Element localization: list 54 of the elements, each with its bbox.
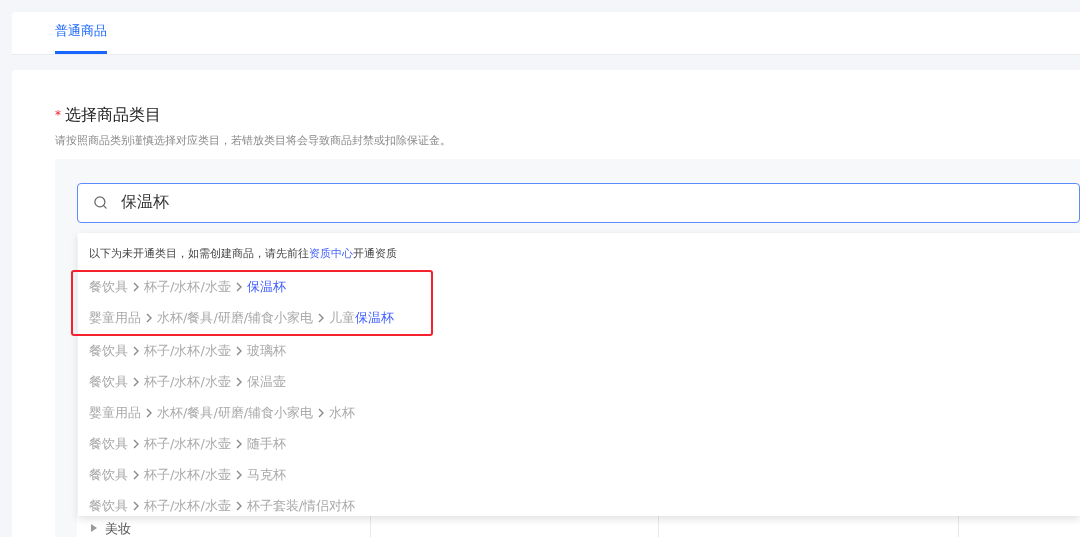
path-label: 餐饮具 — [89, 373, 128, 392]
path-label: 杯子/水杯/水壶 — [144, 435, 231, 454]
category-item[interactable]: 美妆 — [91, 518, 370, 537]
category-result[interactable]: 餐饮具 杯子/水杯/水壶 保温杯 — [89, 271, 431, 303]
chevron-right-icon — [145, 408, 153, 418]
matched-text: 保温杯 — [246, 278, 286, 297]
path-label: 杯子/水杯/水壶 — [144, 497, 231, 516]
search-field[interactable]: 保温杯 — [77, 182, 1080, 223]
matched-text: 保温杯 — [355, 309, 395, 328]
chevron-right-icon — [132, 470, 140, 480]
chevron-right-icon — [234, 501, 243, 511]
chevron-right-icon — [317, 408, 326, 418]
chevron-right-icon — [234, 470, 243, 480]
chevron-right-icon — [132, 346, 140, 356]
notice-text: 以下为未开通类目，如需创建商品，请先前往资质中心开通资质 — [89, 245, 398, 265]
path-label: 保温壶 — [246, 373, 286, 392]
chevron-right-icon — [132, 377, 140, 387]
tab[interactable]: 普通商品 — [55, 11, 107, 54]
path-label: 餐饮具 — [89, 466, 128, 485]
category-result[interactable]: 婴童用品 水杯/餐具/研磨/辅食小家电 儿童保温杯 — [89, 302, 431, 334]
path-label: 玻璃杯 — [246, 342, 286, 361]
caret-icon — [91, 524, 97, 533]
chevron-right-icon — [132, 439, 140, 449]
section-description: 请按照商品类别谨慎选择对应类目，若错放类目将会导致商品封禁或扣除保证金。 — [55, 133, 452, 149]
path-label: 马克杯 — [246, 466, 286, 485]
path-label: 餐饮具 — [89, 435, 128, 454]
chevron-right-icon — [317, 313, 326, 323]
chevron-right-icon — [234, 377, 243, 387]
required-mark: * — [55, 107, 61, 124]
chevron-right-icon — [132, 501, 140, 511]
path-label: 水杯/餐具/研磨/辅食小家电 — [157, 309, 314, 328]
path-label: 杯子套装/情侣对杯 — [246, 497, 356, 516]
path-label: 杯子/水杯/水壶 — [144, 373, 231, 392]
path-label: 餐饮具 — [89, 278, 128, 297]
chevron-right-icon — [145, 313, 153, 323]
chevron-right-icon — [132, 282, 140, 292]
path-label: 杯子/水杯/水壶 — [144, 466, 231, 485]
chevron-right-icon — [234, 439, 243, 449]
path-label: 婴童用品 — [89, 309, 141, 328]
path-label: 儿童 — [329, 309, 356, 328]
path-label: 杯子/水杯/水壶 — [144, 278, 231, 297]
category-label: 美妆 — [105, 519, 131, 537]
qualification-link[interactable]: 资质中心 — [309, 246, 353, 263]
path-label: 餐饮具 — [89, 342, 128, 361]
path-label: 随手杯 — [246, 435, 286, 454]
path-label: 餐饮具 — [89, 497, 128, 516]
path-label: 婴童用品 — [89, 404, 141, 423]
path-label: 杯子/水杯/水壶 — [144, 342, 231, 361]
path-label: 水杯 — [329, 404, 356, 423]
search-icon — [93, 194, 108, 210]
path-label: 水杯/餐具/研磨/辅食小家电 — [157, 404, 314, 423]
chevron-right-icon — [234, 282, 243, 292]
section-title: 选择商品类目 — [65, 104, 161, 126]
chevron-right-icon — [234, 346, 243, 356]
